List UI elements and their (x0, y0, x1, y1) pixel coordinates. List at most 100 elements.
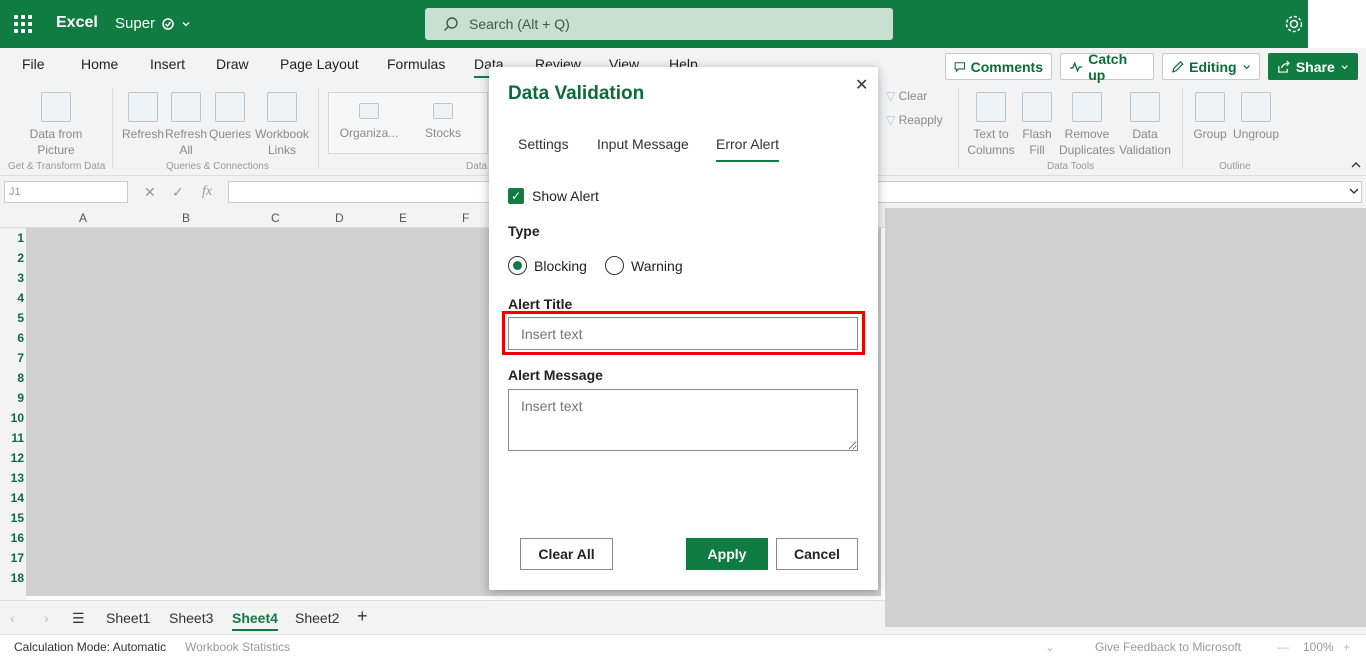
row-header[interactable]: 2 (17, 251, 24, 265)
row-header[interactable]: 6 (17, 331, 24, 345)
insert-function-button[interactable]: fx (202, 184, 212, 200)
menu-insert[interactable]: Insert (150, 56, 185, 72)
row-header[interactable]: 18 (11, 571, 24, 585)
all-sheets-icon[interactable]: ☰ (72, 610, 85, 627)
app-launcher-icon[interactable] (14, 15, 32, 33)
share-button[interactable]: Share (1268, 53, 1358, 80)
column-header[interactable]: D (335, 211, 344, 225)
row-header[interactable]: 9 (17, 391, 24, 405)
tab-input-message[interactable]: Input Message (597, 136, 689, 152)
row-header[interactable]: 1 (17, 231, 24, 245)
row-header[interactable]: 10 (11, 411, 24, 425)
clear-filter-icon: ▽ (886, 89, 899, 103)
menu-page-layout[interactable]: Page Layout (280, 56, 359, 72)
row-header[interactable]: 14 (11, 491, 24, 505)
cancel-button[interactable]: Cancel (776, 538, 858, 570)
show-alert-label: Show Alert (532, 188, 599, 204)
workbook-links-button[interactable]: Workbook Links (254, 92, 310, 158)
alert-message-label: Alert Message (508, 367, 603, 383)
catch-up-button[interactable]: Catch up (1060, 51, 1154, 83)
clear-label: Clear (898, 89, 928, 103)
organization-data-type[interactable]: Organiza... (333, 103, 405, 141)
zoom-level[interactable]: 100% (1303, 640, 1334, 654)
organization-label: Organiza... (339, 126, 399, 140)
cancel-formula-icon[interactable]: ✕ (144, 184, 156, 201)
menu-file[interactable]: File (22, 56, 45, 72)
collapse-ribbon-icon[interactable] (1350, 160, 1362, 170)
chevron-down-icon[interactable]: ⌄ (1045, 640, 1055, 654)
close-icon[interactable]: ✕ (855, 75, 868, 95)
row-header[interactable]: 5 (17, 311, 24, 325)
feedback-link[interactable]: Give Feedback to Microsoft (1095, 640, 1241, 654)
refresh-button[interactable]: Refresh (122, 92, 164, 142)
column-header[interactable]: B (182, 211, 190, 225)
text-to-columns-button[interactable]: Text to Columns (966, 92, 1016, 158)
blocking-radio[interactable] (508, 256, 527, 275)
row-header[interactable]: 12 (11, 451, 24, 465)
confirm-formula-icon[interactable]: ✓ (172, 184, 184, 201)
row-header[interactable]: 3 (17, 271, 24, 285)
clear-filter-button[interactable]: ▽ Clear (886, 88, 946, 104)
queries-button[interactable]: Queries (208, 92, 252, 142)
menu-formulas[interactable]: Formulas (387, 56, 445, 72)
workbook-links-icon (267, 92, 297, 122)
tab-error-alert[interactable]: Error Alert (716, 136, 780, 162)
queries-label: Queries (208, 127, 252, 141)
row-header[interactable]: 13 (11, 471, 24, 485)
sheet-tab-active[interactable]: Sheet4 (232, 610, 278, 631)
data-validation-button[interactable]: Data Validation (1116, 92, 1174, 158)
group-label-outline: Outline (1219, 161, 1251, 172)
group-button[interactable]: Group (1190, 92, 1230, 142)
comments-button[interactable]: Comments (945, 53, 1052, 80)
ungroup-button[interactable]: Ungroup (1230, 92, 1282, 142)
title-bar: Excel Super Search (Alt + Q) (0, 0, 1308, 48)
tab-settings[interactable]: Settings (518, 136, 569, 152)
refresh-all-button[interactable]: Refresh All (165, 92, 207, 158)
apply-button[interactable]: Apply (686, 538, 768, 570)
remove-duplicates-button[interactable]: Remove Duplicates (1058, 92, 1116, 158)
gear-icon[interactable] (1283, 13, 1305, 35)
search-box[interactable]: Search (Alt + Q) (425, 8, 893, 40)
alert-message-input[interactable] (508, 389, 858, 451)
menu-home[interactable]: Home (81, 56, 118, 72)
refresh-all-icon (171, 92, 201, 122)
warning-radio[interactable] (605, 256, 624, 275)
name-box[interactable]: J1 (4, 181, 128, 203)
sheet-tab[interactable]: Sheet2 (295, 610, 339, 626)
reapply-button[interactable]: ▽ Reapply (886, 112, 952, 128)
app-name[interactable]: Excel (56, 14, 98, 32)
row-header[interactable]: 7 (17, 351, 24, 365)
editing-mode-button[interactable]: Editing (1162, 53, 1260, 80)
document-name[interactable]: Super (115, 15, 191, 32)
zoom-in-icon[interactable]: + (1343, 640, 1350, 654)
workbook-statistics[interactable]: Workbook Statistics (185, 640, 290, 654)
row-header[interactable]: 16 (11, 531, 24, 545)
show-alert-checkbox[interactable]: ✓ (508, 188, 524, 204)
zoom-out-icon[interactable]: — (1277, 640, 1289, 654)
editing-label: Editing (1189, 58, 1237, 75)
sheet-tab[interactable]: Sheet1 (106, 610, 150, 626)
add-sheet-icon[interactable]: + (357, 606, 368, 627)
next-sheet-icon[interactable]: › (44, 610, 49, 626)
column-header[interactable]: A (79, 211, 87, 225)
dimmed-area (885, 208, 1366, 627)
clear-all-button[interactable]: Clear All (520, 538, 613, 570)
sheet-tab[interactable]: Sheet3 (169, 610, 213, 626)
column-header[interactable]: C (271, 211, 280, 225)
reapply-label: Reapply (898, 113, 943, 127)
menu-draw[interactable]: Draw (216, 56, 249, 72)
calculation-mode[interactable]: Calculation Mode: Automatic (14, 640, 166, 654)
chevron-down-icon[interactable] (1348, 186, 1360, 196)
row-header[interactable]: 17 (11, 551, 24, 565)
row-header[interactable]: 11 (11, 431, 24, 445)
stocks-data-type[interactable]: Stocks (411, 103, 475, 141)
row-header[interactable]: 8 (17, 371, 24, 385)
flash-fill-button[interactable]: Flash Fill (1018, 92, 1056, 158)
row-header[interactable]: 4 (17, 291, 24, 305)
flash-fill-label: Flash Fill (1022, 127, 1052, 157)
column-header[interactable]: F (462, 211, 469, 225)
prev-sheet-icon[interactable]: ‹ (10, 610, 15, 626)
row-header[interactable]: 15 (11, 511, 24, 525)
column-header[interactable]: E (399, 211, 407, 225)
data-from-picture-button[interactable]: Data from Picture (24, 92, 88, 158)
